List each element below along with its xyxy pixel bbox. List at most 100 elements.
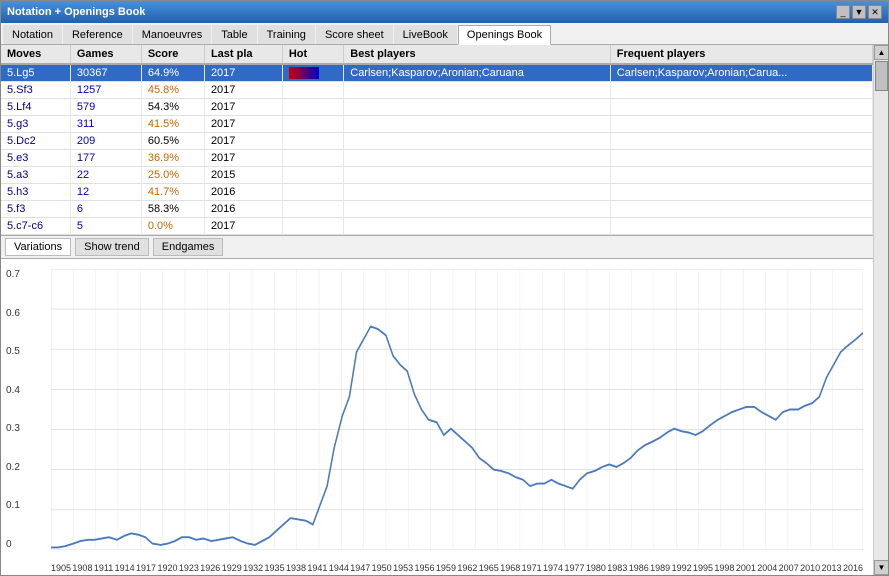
cell-lastpla: 2015: [204, 167, 282, 184]
moves-table-section: Moves Games Score Last pla Hot Best play…: [1, 45, 873, 235]
table-row[interactable]: 5.Sf3 1257 45.8% 2017: [1, 82, 873, 99]
x-label-1944: 1944: [329, 563, 349, 573]
cell-move: 5.Sf3: [1, 82, 70, 99]
tab-bar: Notation Reference Manoeuvres Table Trai…: [1, 23, 888, 45]
y-label-0.1: 0.1: [6, 500, 20, 511]
cell-best-players: [344, 133, 611, 150]
x-label-2001: 2001: [736, 563, 756, 573]
cell-frequent-players: [610, 82, 872, 99]
cell-games: 1257: [70, 82, 141, 99]
cell-games: 30367: [70, 64, 141, 82]
cell-games: 209: [70, 133, 141, 150]
x-label-1911: 1911: [94, 563, 113, 573]
cell-lastpla: 2016: [204, 184, 282, 201]
cell-lastpla: 2017: [204, 116, 282, 133]
x-label-2013: 2013: [822, 563, 842, 573]
cell-hot: [282, 99, 343, 116]
chart-y-axis: 0.7 0.6 0.5 0.4 0.3 0.2 0.1 0: [6, 269, 20, 550]
cell-lastpla: 2017: [204, 150, 282, 167]
tab-table[interactable]: Table: [212, 25, 256, 44]
cell-best-players: [344, 82, 611, 99]
minimize-button[interactable]: _: [836, 5, 850, 19]
table-row[interactable]: 5.Lf4 579 54.3% 2017: [1, 99, 873, 116]
col-hot: Hot: [282, 45, 343, 64]
col-score: Score: [141, 45, 204, 64]
table-wrapper: Moves Games Score Last pla Hot Best play…: [1, 45, 873, 235]
cell-games: 579: [70, 99, 141, 116]
cell-best-players: [344, 201, 611, 218]
cell-score: 60.5%: [141, 133, 204, 150]
x-label-1917: 1917: [136, 563, 156, 573]
col-games: Games: [70, 45, 141, 64]
cell-move: 5.c7-c6: [1, 218, 70, 235]
table-row[interactable]: 5.g3 311 41.5% 2017: [1, 116, 873, 133]
x-label-1989: 1989: [650, 563, 670, 573]
cell-move: 5.f3: [1, 201, 70, 218]
table-header-row: Moves Games Score Last pla Hot Best play…: [1, 45, 873, 64]
x-label-1929: 1929: [222, 563, 242, 573]
x-label-1938: 1938: [286, 563, 306, 573]
x-label-1947: 1947: [350, 563, 370, 573]
table-row[interactable]: 5.c7-c6 5 0.0% 2017: [1, 218, 873, 235]
cell-hot: [282, 167, 343, 184]
cell-score: 58.3%: [141, 201, 204, 218]
table-row[interactable]: 5.a3 22 25.0% 2015: [1, 167, 873, 184]
cell-hot: [282, 150, 343, 167]
cell-best-players: [344, 218, 611, 235]
tab-score-sheet[interactable]: Score sheet: [316, 25, 393, 44]
x-label-1965: 1965: [479, 563, 499, 573]
col-moves: Moves: [1, 45, 70, 64]
cell-frequent-players: [610, 201, 872, 218]
table-row[interactable]: 5.Lg5 30367 64.9% 2017 Carlsen;Kasparov;…: [1, 64, 873, 82]
cell-lastpla: 2017: [204, 133, 282, 150]
cell-score: 45.8%: [141, 82, 204, 99]
cell-games: 6: [70, 201, 141, 218]
close-button[interactable]: ✕: [868, 5, 882, 19]
cell-games: 12: [70, 184, 141, 201]
cell-score: 25.0%: [141, 167, 204, 184]
tab-training[interactable]: Training: [258, 25, 315, 44]
tab-variations[interactable]: Variations: [5, 238, 71, 256]
y-label-0: 0: [6, 539, 20, 550]
cell-move: 5.g3: [1, 116, 70, 133]
x-label-1992: 1992: [672, 563, 692, 573]
cell-best-players: Carlsen;Kasparov;Aronian;Caruana: [344, 64, 611, 82]
tab-reference[interactable]: Reference: [63, 25, 132, 44]
tab-endgames[interactable]: Endgames: [153, 238, 224, 256]
main-window: Notation + Openings Book _ ▼ ✕ Notation …: [0, 0, 889, 576]
x-label-1968: 1968: [500, 563, 520, 573]
scroll-down-button[interactable]: ▼: [874, 560, 888, 575]
y-label-0.3: 0.3: [6, 423, 20, 434]
x-label-1950: 1950: [372, 563, 392, 573]
bottom-tab-bar: Variations Show trend Endgames: [1, 235, 873, 259]
cell-best-players: [344, 116, 611, 133]
cell-move: 5.Lf4: [1, 99, 70, 116]
x-label-1914: 1914: [115, 563, 135, 573]
x-label-1998: 1998: [714, 563, 734, 573]
table-row[interactable]: 5.e3 177 36.9% 2017: [1, 150, 873, 167]
tab-show-trend[interactable]: Show trend: [75, 238, 149, 256]
tab-livebook[interactable]: LiveBook: [394, 25, 457, 44]
table-row[interactable]: 5.f3 6 58.3% 2016: [1, 201, 873, 218]
x-label-1995: 1995: [693, 563, 713, 573]
cell-lastpla: 2016: [204, 201, 282, 218]
cell-move: 5.h3: [1, 184, 70, 201]
x-label-1932: 1932: [243, 563, 263, 573]
cell-frequent-players: [610, 99, 872, 116]
x-label-2016: 2016: [843, 563, 863, 573]
main-content: Moves Games Score Last pla Hot Best play…: [1, 45, 873, 575]
cell-best-players: [344, 184, 611, 201]
maximize-button[interactable]: ▼: [852, 5, 866, 19]
tab-manoeuvres[interactable]: Manoeuvres: [133, 25, 212, 44]
tab-notation[interactable]: Notation: [3, 25, 62, 44]
table-row[interactable]: 5.Dc2 209 60.5% 2017: [1, 133, 873, 150]
table-row[interactable]: 5.h3 12 41.7% 2016: [1, 184, 873, 201]
x-label-1920: 1920: [157, 563, 177, 573]
scroll-up-button[interactable]: ▲: [874, 45, 888, 60]
tab-openings-book[interactable]: Openings Book: [458, 25, 551, 45]
cell-frequent-players: [610, 218, 872, 235]
cell-hot: [282, 218, 343, 235]
scroll-thumb[interactable]: [875, 61, 888, 91]
x-label-2004: 2004: [757, 563, 777, 573]
cell-hot: [282, 82, 343, 99]
